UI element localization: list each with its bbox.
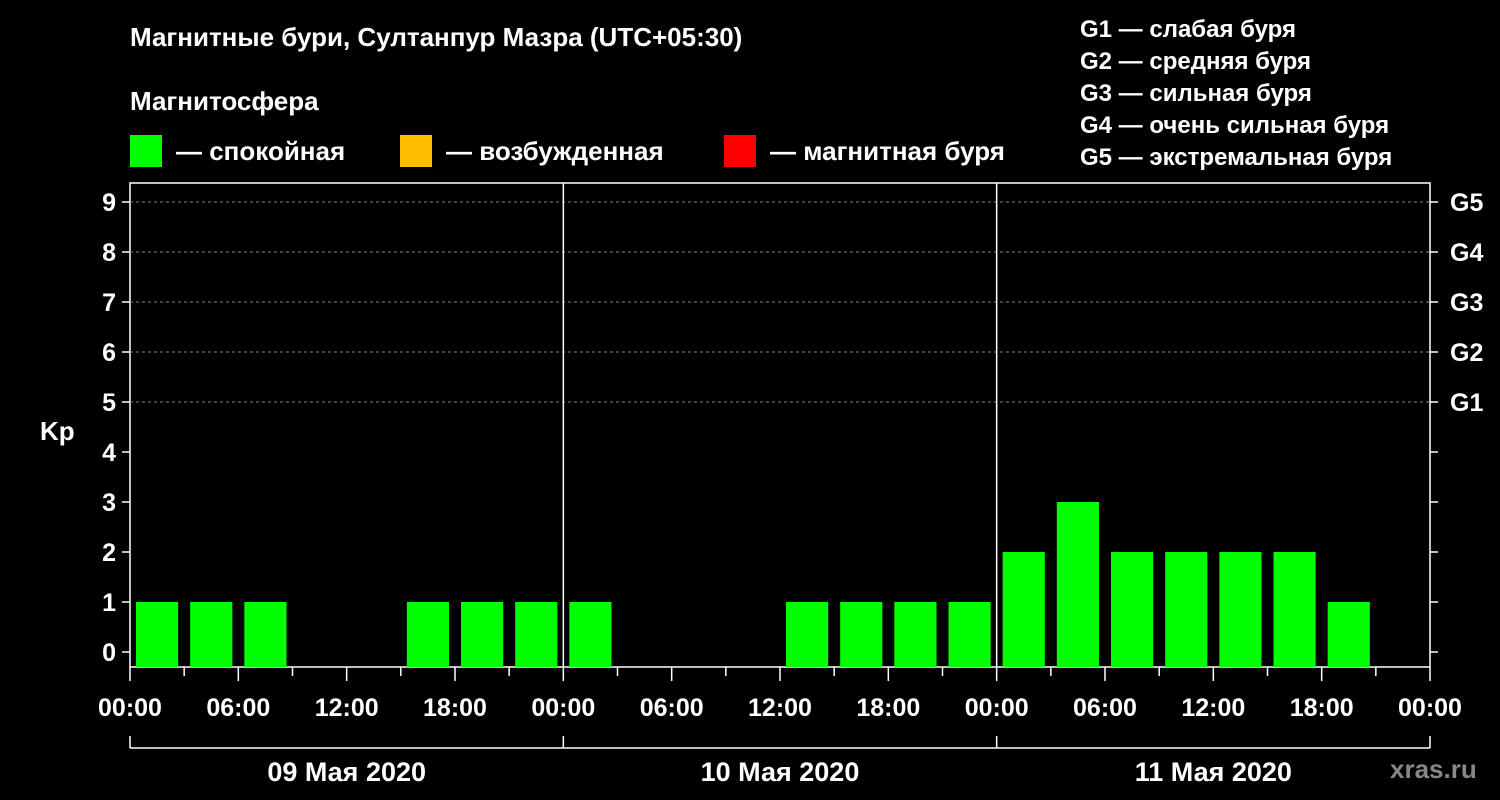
- kp-bar: [894, 602, 937, 667]
- day-label: 09 Мая 2020: [267, 757, 426, 787]
- y-tick-label: 9: [102, 189, 116, 217]
- x-tick-label: 06:00: [640, 694, 704, 722]
- x-tick-label: 00:00: [531, 694, 595, 722]
- g-level-label: G1: [1450, 389, 1483, 417]
- kp-chart: 0 1 2 3 4 5 6 7 8 9 G1 G2 G3 G4 G5 Kp 00:00 06:00 12:00 18:…: [40, 182, 1483, 787]
- kp-bar: [515, 602, 558, 667]
- kp-bar: [786, 602, 829, 667]
- kp-bar: [136, 602, 179, 667]
- y-axis-label: Kp: [40, 416, 75, 446]
- y-tick-label: 8: [102, 239, 116, 267]
- kp-bar: [1002, 552, 1045, 667]
- x-tick-label: 00:00: [1398, 694, 1462, 722]
- x-tick-label: 18:00: [1290, 694, 1354, 722]
- kp-bar: [948, 602, 991, 667]
- x-tick-label: 12:00: [1181, 694, 1245, 722]
- y-tick-label: 4: [102, 439, 116, 467]
- x-tick-label: 18:00: [423, 694, 487, 722]
- kp-bar: [1056, 502, 1099, 667]
- kp-bar: [1111, 552, 1154, 667]
- kp-bar: [461, 602, 504, 667]
- kp-bar: [569, 602, 612, 667]
- g-level-label: G4: [1450, 239, 1483, 267]
- x-tick-label: 06:00: [1073, 694, 1137, 722]
- y-tick-label: 5: [102, 389, 116, 417]
- day-label: 10 Мая 2020: [701, 757, 860, 787]
- x-tick-label: 00:00: [98, 694, 162, 722]
- y-tick-label: 1: [102, 589, 116, 617]
- kp-bar: [1219, 552, 1262, 667]
- kp-bar: [406, 602, 449, 667]
- x-tick-label: 06:00: [206, 694, 270, 722]
- kp-bar: [1273, 552, 1316, 667]
- y-tick-label: 2: [102, 539, 116, 567]
- g-level-label: G5: [1450, 189, 1483, 217]
- x-tick-label: 12:00: [748, 694, 812, 722]
- y-tick-label: 7: [102, 289, 116, 317]
- g-level-label: G3: [1450, 289, 1483, 317]
- kp-bar: [1165, 552, 1208, 667]
- kp-bar: [190, 602, 233, 667]
- watermark: xras.ru: [1390, 754, 1477, 784]
- x-tick-label: 00:00: [965, 694, 1029, 722]
- x-tick-label: 12:00: [315, 694, 379, 722]
- y-tick-label: 6: [102, 339, 116, 367]
- x-tick-label: 18:00: [856, 694, 920, 722]
- kp-bar: [244, 602, 287, 667]
- day-label: 11 Мая 2020: [1135, 757, 1292, 787]
- kp-bar: [1327, 602, 1370, 667]
- y-tick-label: 0: [102, 639, 116, 667]
- y-tick-label: 3: [102, 489, 116, 517]
- g-level-label: G2: [1450, 339, 1483, 367]
- kp-bar: [840, 602, 883, 667]
